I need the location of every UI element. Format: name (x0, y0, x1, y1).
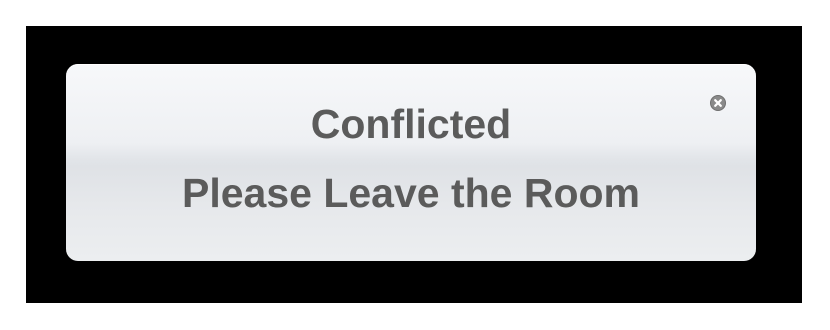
close-icon (710, 95, 726, 111)
alert-dialog: Conflicted Please Leave the Room (66, 64, 756, 261)
dialog-message: Please Leave the Room (181, 170, 641, 216)
dialog-title: Conflicted (310, 101, 512, 147)
close-button[interactable] (710, 95, 726, 111)
